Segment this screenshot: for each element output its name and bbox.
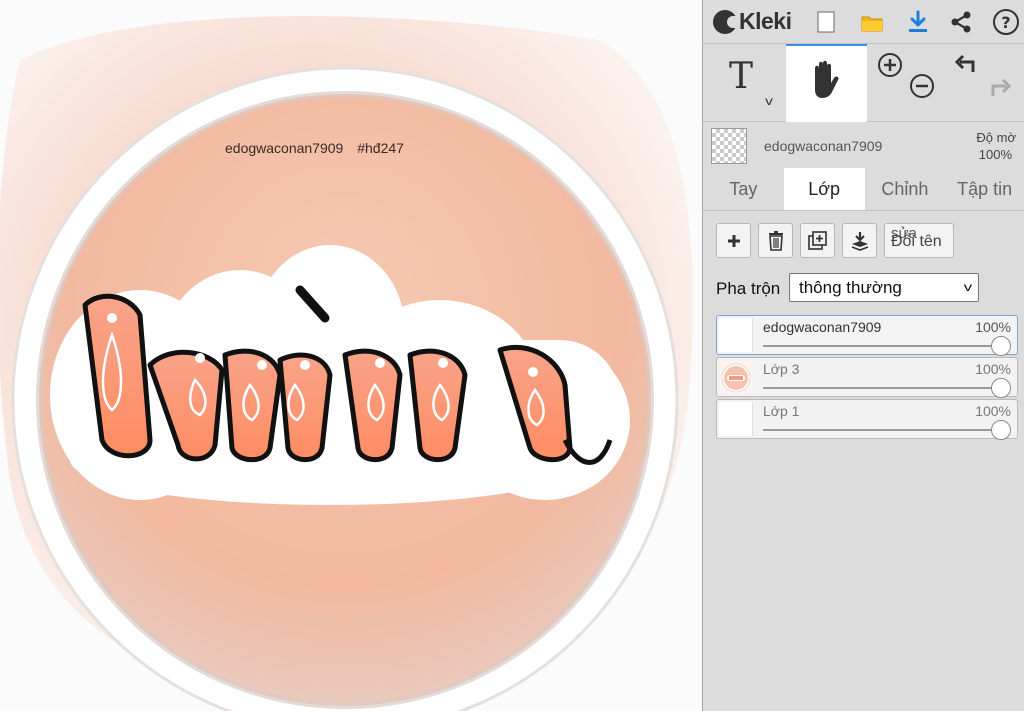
slider-handle[interactable]: [991, 420, 1011, 440]
tab-layers[interactable]: Lớp: [783, 168, 865, 210]
opacity-label: Độ mờ: [976, 130, 1016, 145]
blend-mode-row: Pha trộn thông thường v: [703, 267, 1024, 311]
text-tool-icon: T: [729, 56, 754, 97]
help-icon: ?: [993, 9, 1019, 35]
redo-icon[interactable]: [987, 74, 1013, 100]
watermark-tag: #hđ247: [357, 140, 404, 156]
undo-icon[interactable]: [953, 52, 979, 78]
panel-tabs: Tay Lớp Chỉnh Tập tin: [703, 168, 1024, 211]
duplicate-icon: [807, 230, 827, 250]
drawing-canvas[interactable]: edogwaconan7909 #hđ247: [0, 0, 702, 711]
chevron-down-icon[interactable]: v: [765, 94, 773, 108]
tab-brush[interactable]: Tay: [703, 168, 784, 210]
layer-preview-image: [719, 360, 753, 394]
new-file-icon: [817, 11, 835, 33]
opacity-value: 100%: [978, 147, 1012, 162]
trash-icon: [768, 230, 783, 251]
tool-row: T v: [703, 44, 1024, 122]
svg-text:?: ?: [1001, 13, 1010, 32]
zoom-in-icon[interactable]: [877, 52, 903, 78]
app-name: Kleki: [739, 8, 792, 34]
canvas-watermark: edogwaconan7909 #hđ247: [225, 140, 404, 156]
chevron-down-icon: v: [963, 280, 973, 294]
layer-opacity: 100%: [975, 319, 1011, 335]
zoom-out-icon[interactable]: [909, 73, 935, 99]
layer-opacity: 100%: [975, 361, 1011, 377]
layer-item[interactable]: edogwaconan7909 100%: [716, 315, 1018, 356]
add-layer-button[interactable]: [716, 223, 751, 258]
layer-opacity-slider[interactable]: [763, 429, 1009, 431]
layer-item[interactable]: Lớp 3 100%: [716, 357, 1018, 398]
share-button[interactable]: [941, 0, 981, 44]
layer-name: Lớp 3: [763, 361, 800, 377]
kleki-logo[interactable]: Kleki: [703, 0, 806, 43]
layer-item[interactable]: Lớp 1 100%: [716, 399, 1018, 440]
text-tool-button[interactable]: T v: [703, 44, 786, 122]
artwork: [0, 16, 694, 711]
blend-mode-label: Pha trộn: [716, 279, 781, 298]
rename-button-label-b: Đổi tên: [891, 233, 942, 250]
hand-tool-button[interactable]: [785, 44, 867, 122]
open-file-button[interactable]: [852, 0, 892, 44]
blend-mode-select[interactable]: thông thường v: [789, 273, 979, 302]
layer-opacity-slider[interactable]: [763, 387, 1009, 389]
slider-handle[interactable]: [991, 378, 1011, 398]
download-button[interactable]: [898, 0, 938, 44]
layer-opacity-slider[interactable]: [763, 345, 1009, 347]
layer-thumbnail: [719, 402, 753, 436]
plus-icon: [727, 234, 740, 247]
top-toolbar: Kleki ?: [703, 0, 1024, 44]
layer-name: Lớp 1: [763, 403, 800, 419]
current-layer-thumbnail: [711, 128, 747, 164]
duplicate-layer-button[interactable]: [800, 223, 835, 258]
layer-list: edogwaconan7909 100% Lớp 3 100% Lớp 1 10…: [703, 311, 1024, 441]
layer-opacity: 100%: [975, 403, 1011, 419]
history-controls: [943, 44, 1024, 122]
hand-tool-icon: [814, 60, 839, 98]
open-folder-icon: [861, 16, 883, 32]
slider-handle[interactable]: [991, 336, 1011, 356]
current-layer-info: edogwaconan7909 Độ mờ 100%: [703, 122, 1024, 168]
watermark-user: edogwaconan7909: [225, 140, 344, 156]
layer-name: edogwaconan7909: [763, 319, 882, 335]
layer-thumbnail: [719, 360, 753, 394]
zoom-controls: [867, 44, 944, 122]
layer-thumbnail: [719, 318, 753, 352]
delete-layer-button[interactable]: [758, 223, 793, 258]
new-file-button[interactable]: [806, 0, 846, 44]
merge-down-icon: [851, 231, 868, 251]
merge-down-button[interactable]: [842, 223, 877, 258]
download-icon: [909, 10, 927, 32]
tab-file[interactable]: Tập tin: [945, 168, 1024, 210]
blend-mode-value: thông thường: [799, 277, 902, 297]
tab-adjust[interactable]: Chỉnh: [865, 168, 946, 210]
layer-action-row: sửa Đổi tên: [703, 211, 1024, 267]
current-layer-name: edogwaconan7909: [764, 138, 883, 154]
help-button[interactable]: ?: [986, 0, 1024, 44]
share-icon: [951, 11, 971, 33]
rename-layer-button[interactable]: sửa Đổi tên: [884, 223, 954, 258]
kleki-logo-icon: [713, 9, 739, 34]
side-panel: Kleki ? T v edogwaconan7909 Độ mờ 100% T…: [702, 0, 1024, 711]
